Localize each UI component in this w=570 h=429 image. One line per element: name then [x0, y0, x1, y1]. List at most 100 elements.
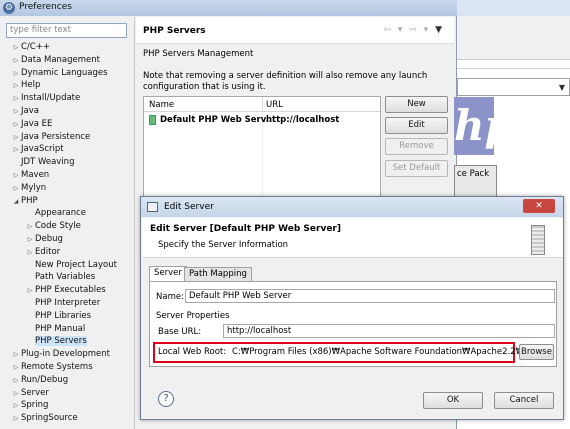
tree-item[interactable]: ▷ Remote Systems	[3, 361, 130, 374]
tree-item-label: Path Variables	[35, 272, 96, 283]
tree-item[interactable]: ▷ Mylyn	[3, 182, 130, 195]
tree-item[interactable]: ▷ Dynamic Languages	[3, 67, 130, 80]
tree-item[interactable]: ▷ SpringSource	[3, 412, 130, 425]
tree-item-label: PHP Interpreter	[35, 297, 101, 308]
server-url-cell: http://localhost	[266, 115, 340, 125]
table-row[interactable]: Default PHP Web Serv... http://localhost	[144, 113, 380, 127]
tree-item[interactable]: ▷ PHP Executables	[3, 284, 130, 297]
tree-expander-icon[interactable]: ▷	[11, 413, 21, 426]
tree-item-label: Maven	[21, 169, 50, 180]
tree-item-label: New Project Layout	[35, 259, 117, 270]
name-field[interactable]: Default PHP Web Server	[185, 289, 555, 303]
management-subtitle: PHP Servers Management	[143, 49, 254, 59]
tree-item-label: Java	[21, 105, 39, 116]
view-menu-icon[interactable]: ▼	[435, 25, 444, 35]
filter-input[interactable]: type filter text	[6, 23, 127, 38]
base-url-field[interactable]: http://localhost	[223, 324, 555, 338]
tree-item[interactable]: ▷ Java EE	[3, 118, 130, 131]
history-navigation[interactable]: ⇦ ▾ ⇨ ▾ ▼	[384, 25, 445, 35]
tree-item-label: Data Management	[21, 54, 100, 65]
tree-item-label: Spring	[21, 400, 49, 411]
column-url-header[interactable]: URL	[266, 100, 283, 110]
tree-item-label: PHP Libraries	[35, 310, 92, 321]
tree-item[interactable]: ◢ PHP	[3, 195, 130, 208]
ok-button[interactable]: OK	[423, 392, 483, 409]
background-combo[interactable]: ▼	[457, 78, 570, 96]
tree-item[interactable]: ▷ Spring	[3, 399, 130, 412]
tree-item-label: Appearance	[35, 208, 87, 219]
tree-item[interactable]: ▷ Debug	[3, 233, 130, 246]
tree-item[interactable]: ▷ Plug-in Development	[3, 348, 130, 361]
tree-item[interactable]: PHP Interpreter	[3, 297, 130, 310]
tree-item[interactable]: ▷ Java Persistence	[3, 131, 130, 144]
server-icon	[149, 115, 156, 125]
tree-item[interactable]: New Project Layout	[3, 259, 130, 272]
edit-server-dialog: Edit Server ✕ Edit Server [Default PHP W…	[140, 196, 564, 420]
removal-note: Note that removing a server definition w…	[143, 71, 428, 92]
tree-item[interactable]: ▷ Editor	[3, 246, 130, 259]
tree-item-label: JavaScript	[21, 144, 64, 155]
tree-item[interactable]: Appearance	[3, 207, 130, 220]
dialog-header-subtitle: Specify the Server Information	[158, 240, 289, 250]
background-separator	[457, 68, 570, 69]
edit-button[interactable]: Edit	[385, 117, 448, 134]
page-header: PHP Servers ⇦ ▾ ⇨ ▾ ▼	[136, 17, 454, 44]
preferences-title: Preferences	[19, 2, 72, 12]
tree-item[interactable]: ▷ C/C++	[3, 41, 130, 54]
tree-item-label: Dynamic Languages	[21, 67, 108, 78]
tree-item[interactable]: ▷ Help	[3, 79, 130, 92]
tree-item-label: SpringSource	[21, 413, 78, 424]
tree-item[interactable]: Path Variables	[3, 271, 130, 284]
tree-item-label: Java Persistence	[21, 131, 91, 142]
local-web-root-field[interactable]: C:₩Program Files (x86)₩Apache Software F…	[232, 347, 553, 357]
back-forward-arrows-icon[interactable]: ⇦ ▾ ⇨ ▾	[384, 25, 431, 35]
tree-item-label: Plug-in Development	[21, 349, 111, 360]
eclipse-gear-icon: ⚙	[3, 2, 15, 14]
dialog-title: Edit Server	[164, 202, 214, 212]
tree-item[interactable]: ▷ Install/Update	[3, 92, 130, 105]
sash-divider[interactable]	[134, 17, 135, 429]
tree-item-label: PHP Servers	[35, 336, 87, 347]
set-default-button[interactable]: Set Default	[385, 160, 448, 177]
server-tower-icon	[531, 225, 545, 255]
tree-item[interactable]: ▷ Server	[3, 387, 130, 400]
background-titlebar	[457, 0, 570, 16]
remove-button[interactable]: Remove	[385, 138, 448, 155]
new-button[interactable]: New	[385, 96, 448, 113]
edit-server-titlebar: Edit Server ✕	[141, 197, 563, 217]
browse-button[interactable]: Browse	[519, 344, 554, 360]
close-button[interactable]: ✕	[523, 199, 555, 213]
dialog-header-title: Edit Server [Default PHP Web Server]	[150, 224, 341, 234]
name-label: Name:	[156, 292, 184, 302]
column-name-header[interactable]: Name	[149, 100, 174, 110]
tree-item[interactable]: ▷ Code Style	[3, 220, 130, 233]
dialog-header: Edit Server [Default PHP Web Server] Spe…	[142, 218, 563, 258]
tab-server[interactable]: Server	[149, 266, 187, 282]
tree-item-label: Server	[21, 387, 49, 398]
tree-item-label: Mylyn	[21, 182, 47, 193]
cancel-button[interactable]: Cancel	[494, 392, 554, 409]
tree-item-label: PHP Executables	[35, 285, 106, 296]
tree-item-label: Editor	[35, 246, 61, 257]
php-logo-text: hp	[454, 101, 494, 150]
tree-item[interactable]: PHP Libraries	[3, 310, 130, 323]
tree-item[interactable]: PHP Servers	[3, 335, 130, 348]
table-header: Name URL	[144, 97, 380, 112]
tree-item[interactable]: ▷ Maven	[3, 169, 130, 182]
tree-item-label: C/C++	[21, 42, 50, 52]
tree-item-label: Code Style	[35, 221, 81, 232]
window-icon	[147, 202, 158, 212]
php-logo: hp	[454, 97, 494, 155]
tree-item-label: Run/Debug	[21, 374, 69, 385]
tree-item[interactable]: ▷ JavaScript	[3, 143, 130, 156]
tree-item[interactable]: JDT Weaving	[3, 156, 130, 169]
tree-item[interactable]: ▷ Data Management	[3, 54, 130, 67]
help-icon[interactable]: ?	[158, 391, 174, 407]
tree-item[interactable]: ▷ Run/Debug	[3, 374, 130, 387]
column-divider	[262, 97, 263, 112]
preferences-titlebar: ⚙ Preferences	[0, 0, 457, 16]
tab-path-mapping[interactable]: Path Mapping	[184, 267, 252, 282]
tree-item[interactable]: PHP Manual	[3, 323, 130, 336]
tree-item-label: PHP Manual	[35, 323, 86, 334]
tree-item[interactable]: ▷ Java	[3, 105, 130, 118]
